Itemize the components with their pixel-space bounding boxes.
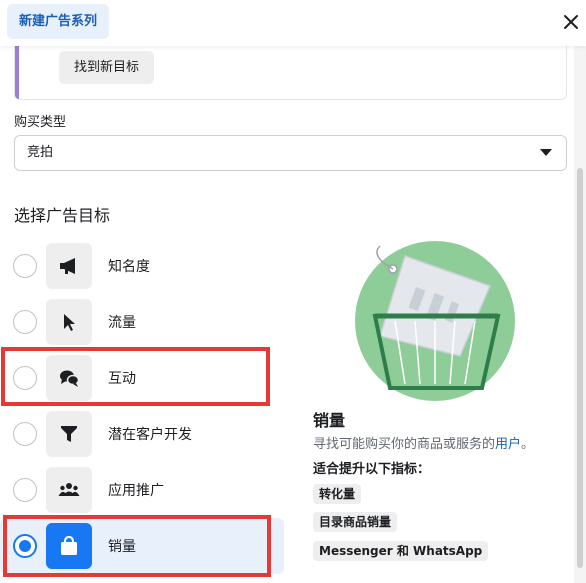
metrics-title: 适合提升以下指标： (313, 462, 431, 477)
metric-badge: 目录商品销量 (313, 512, 398, 532)
tab-new-campaign[interactable]: 新建广告系列 (7, 4, 110, 39)
detail-description: 寻找可能购买你的商品或服务的用户。 (313, 433, 534, 452)
metric-badge: Messenger 和 WhatsApp (313, 541, 489, 561)
radio-button[interactable] (13, 310, 37, 334)
cursor-icon (46, 299, 92, 345)
objective-option-label: 互动 (108, 371, 136, 387)
objective-option-label: 潜在客户开发 (108, 427, 192, 443)
objective-option-engagement[interactable]: 互动 (0, 350, 284, 406)
objective-option-traffic[interactable]: 流量 (0, 294, 284, 350)
buy-type-value: 竞拍 (27, 145, 54, 160)
shopping-bag-icon (46, 523, 92, 569)
radio-button[interactable] (13, 422, 37, 446)
chevron-down-icon (540, 149, 552, 156)
funnel-icon (46, 411, 92, 457)
dialog-header: 新建广告系列 (0, 0, 586, 46)
megaphone-icon (46, 243, 92, 289)
people-icon (46, 467, 92, 513)
goal-card-accent (15, 46, 19, 99)
objective-option-app-promotion[interactable]: 应用推广 (0, 462, 284, 518)
objective-option-leads[interactable]: 潜在客户开发 (0, 406, 284, 462)
objective-option-label: 知名度 (108, 259, 150, 275)
buy-type-select[interactable]: 竞拍 (14, 135, 567, 171)
goal-card: 找到新目标 (14, 46, 567, 100)
dialog-body: 找到新目标 购买类型 竞拍 选择广告目标 知名度 流量 互动 潜在客户开发 应用… (0, 46, 574, 583)
detail-description-end: 。 (521, 437, 535, 452)
buy-type-label: 购买类型 (14, 115, 67, 130)
radio-button[interactable] (13, 254, 37, 278)
objective-option-label: 销量 (108, 539, 136, 555)
chat-bubbles-icon (46, 355, 92, 401)
radio-button-checked[interactable] (13, 534, 37, 558)
find-new-goal-button[interactable]: 找到新目标 (59, 51, 155, 84)
objective-title: 选择广告目标 (14, 206, 111, 225)
objective-option-label: 应用推广 (108, 483, 164, 499)
close-icon[interactable] (560, 11, 582, 33)
objective-option-awareness[interactable]: 知名度 (0, 238, 284, 294)
radio-button[interactable] (13, 478, 37, 502)
objective-option-sales[interactable]: 销量 (0, 518, 284, 574)
detail-description-text: 寻找可能购买你的商品或服务的 (313, 437, 496, 452)
scrollbar-thumb[interactable] (577, 168, 583, 568)
sales-illustration (350, 236, 520, 406)
radio-button[interactable] (13, 366, 37, 390)
detail-title: 销量 (313, 411, 346, 430)
objective-option-label: 流量 (108, 315, 136, 331)
metric-badge: 转化量 (313, 484, 362, 504)
users-link[interactable]: 用户 (495, 437, 521, 452)
